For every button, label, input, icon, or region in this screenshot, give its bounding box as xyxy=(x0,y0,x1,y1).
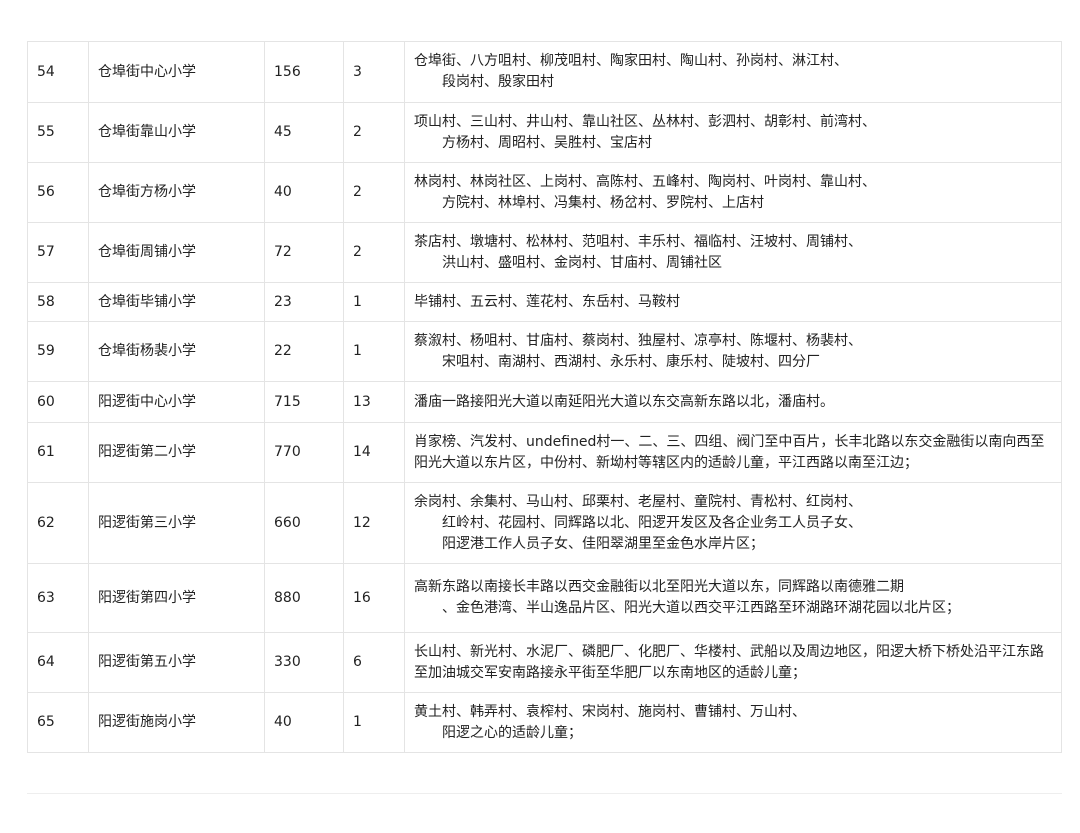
enrollment-count-cell: 156 xyxy=(264,41,344,103)
enrollment-area-cell: 项山村、三山村、井山村、靠山社区、丛林村、彭泗村、胡彰村、前湾村、 方杨村、周昭… xyxy=(404,102,1062,163)
enrollment-count-cell: 72 xyxy=(264,222,344,283)
table-row: 65 阳逻街施岗小学 40 1 黄土村、韩弄村、袁榨村、宋岗村、施岗村、曹铺村、万山村、… xyxy=(27,692,1062,753)
class-count-cell: 3 xyxy=(343,41,405,103)
bottom-divider xyxy=(27,793,1062,794)
class-count-cell: 14 xyxy=(343,422,405,483)
school-name-cell: 阳逻街第三小学 xyxy=(88,482,265,564)
row-number-cell: 65 xyxy=(27,692,89,753)
enrollment-area-cell: 茶店村、墩塘村、松林村、范咀村、丰乐村、福临村、汪坡村、周铺村、 洪山村、盛咀村… xyxy=(404,222,1062,283)
table-row: 62 阳逻街第三小学 660 12 余岗村、余集村、马山村、邱栗村、老屋村、童院村、青松… xyxy=(27,482,1062,564)
class-count-cell: 1 xyxy=(343,282,405,322)
enrollment-area-cell: 潘庙一路接阳光大道以南延阳光大道以东交高新东路以北，潘庙村。 xyxy=(404,381,1062,423)
table-row: 64 阳逻街第五小学 330 6 长山村、新光村、水泥厂、磷肥厂、化肥厂、华楼村、武船以… xyxy=(27,632,1062,693)
school-name-cell: 仓埠街中心小学 xyxy=(88,41,265,103)
table-row: 56 仓埠街方杨小学 40 2 林岗村、林岗社区、上岗村、高陈村、五峰村、陶岗村、叶岗村… xyxy=(27,162,1062,223)
table-row: 59 仓埠街杨裴小学 22 1 蔡溆村、杨咀村、甘庙村、蔡岗村、独屋村、凉亭村、陈堰村、… xyxy=(27,321,1062,382)
enrollment-count-cell: 660 xyxy=(264,482,344,564)
enrollment-count-cell: 330 xyxy=(264,632,344,693)
school-name-cell: 阳逻街施岗小学 xyxy=(88,692,265,753)
row-number-cell: 56 xyxy=(27,162,89,223)
school-zone-table: 54 仓埠街中心小学 156 3 仓埠街、八方咀村、柳茂咀村、陶家田村、陶山村、孙岗村、… xyxy=(27,41,1062,753)
school-name-cell: 仓埠街毕铺小学 xyxy=(88,282,265,322)
enrollment-area-cell: 林岗村、林岗社区、上岗村、高陈村、五峰村、陶岗村、叶岗村、靠山村、 方院村、林埠… xyxy=(404,162,1062,223)
row-number-cell: 58 xyxy=(27,282,89,322)
enrollment-area-cell: 高新东路以南接长丰路以西交金融街以北至阳光大道以东，同辉路以南德雅二期 、金色港… xyxy=(404,563,1062,633)
class-count-cell: 6 xyxy=(343,632,405,693)
school-name-cell: 阳逻街第二小学 xyxy=(88,422,265,483)
enrollment-count-cell: 770 xyxy=(264,422,344,483)
class-count-cell: 2 xyxy=(343,222,405,283)
school-name-cell: 仓埠街周铺小学 xyxy=(88,222,265,283)
row-number-cell: 60 xyxy=(27,381,89,423)
class-count-cell: 1 xyxy=(343,321,405,382)
table-row: 54 仓埠街中心小学 156 3 仓埠街、八方咀村、柳茂咀村、陶家田村、陶山村、孙岗村、… xyxy=(27,41,1062,103)
table-row: 55 仓埠街靠山小学 45 2 项山村、三山村、井山村、靠山社区、丛林村、彭泗村、胡彰村… xyxy=(27,102,1062,163)
enrollment-area-cell: 长山村、新光村、水泥厂、磷肥厂、化肥厂、华楼村、武船以及周边地区，阳逻大桥下桥处… xyxy=(404,632,1062,693)
row-number-cell: 55 xyxy=(27,102,89,163)
enrollment-count-cell: 40 xyxy=(264,692,344,753)
enrollment-area-cell: 肖家榜、汽发村、undefined村一、二、三、四组、阀门至中百片，长丰北路以东… xyxy=(404,422,1062,483)
school-name-cell: 仓埠街靠山小学 xyxy=(88,102,265,163)
school-zone-table-container: 54 仓埠街中心小学 156 3 仓埠街、八方咀村、柳茂咀村、陶家田村、陶山村、孙岗村、… xyxy=(27,41,1062,753)
row-number-cell: 54 xyxy=(27,41,89,103)
class-count-cell: 2 xyxy=(343,102,405,163)
class-count-cell: 12 xyxy=(343,482,405,564)
enrollment-count-cell: 880 xyxy=(264,563,344,633)
enrollment-count-cell: 22 xyxy=(264,321,344,382)
enrollment-count-cell: 715 xyxy=(264,381,344,423)
school-name-cell: 仓埠街杨裴小学 xyxy=(88,321,265,382)
table-row: 61 阳逻街第二小学 770 14 肖家榜、汽发村、undefined村一、二、三、四组… xyxy=(27,422,1062,483)
enrollment-area-cell: 蔡溆村、杨咀村、甘庙村、蔡岗村、独屋村、凉亭村、陈堰村、杨裴村、 宋咀村、南湖村… xyxy=(404,321,1062,382)
enrollment-count-cell: 23 xyxy=(264,282,344,322)
table-row: 63 阳逻街第四小学 880 16 高新东路以南接长丰路以西交金融街以北至阳光大道以东，… xyxy=(27,563,1062,633)
row-number-cell: 61 xyxy=(27,422,89,483)
row-number-cell: 57 xyxy=(27,222,89,283)
enrollment-area-cell: 毕铺村、五云村、莲花村、东岳村、马鞍村 xyxy=(404,282,1062,322)
school-name-cell: 阳逻街第五小学 xyxy=(88,632,265,693)
class-count-cell: 16 xyxy=(343,563,405,633)
row-number-cell: 62 xyxy=(27,482,89,564)
enrollment-area-cell: 仓埠街、八方咀村、柳茂咀村、陶家田村、陶山村、孙岗村、淋江村、 段岗村、殷家田村 xyxy=(404,41,1062,103)
table-row: 57 仓埠街周铺小学 72 2 茶店村、墩塘村、松林村、范咀村、丰乐村、福临村、汪坡村、… xyxy=(27,222,1062,283)
school-name-cell: 阳逻街中心小学 xyxy=(88,381,265,423)
class-count-cell: 1 xyxy=(343,692,405,753)
enrollment-count-cell: 40 xyxy=(264,162,344,223)
table-row: 58 仓埠街毕铺小学 23 1 毕铺村、五云村、莲花村、东岳村、马鞍村 xyxy=(27,282,1062,322)
row-number-cell: 59 xyxy=(27,321,89,382)
enrollment-area-cell: 余岗村、余集村、马山村、邱栗村、老屋村、童院村、青松村、红岗村、 红岭村、花园村… xyxy=(404,482,1062,564)
class-count-cell: 2 xyxy=(343,162,405,223)
row-number-cell: 63 xyxy=(27,563,89,633)
enrollment-area-cell: 黄土村、韩弄村、袁榨村、宋岗村、施岗村、曹铺村、万山村、 阳逻之心的适龄儿童； xyxy=(404,692,1062,753)
school-name-cell: 阳逻街第四小学 xyxy=(88,563,265,633)
school-name-cell: 仓埠街方杨小学 xyxy=(88,162,265,223)
table-body: 54 仓埠街中心小学 156 3 仓埠街、八方咀村、柳茂咀村、陶家田村、陶山村、孙岗村、… xyxy=(27,41,1062,753)
table-row: 60 阳逻街中心小学 715 13 潘庙一路接阳光大道以南延阳光大道以东交高新东路以北，… xyxy=(27,381,1062,423)
class-count-cell: 13 xyxy=(343,381,405,423)
row-number-cell: 64 xyxy=(27,632,89,693)
enrollment-count-cell: 45 xyxy=(264,102,344,163)
